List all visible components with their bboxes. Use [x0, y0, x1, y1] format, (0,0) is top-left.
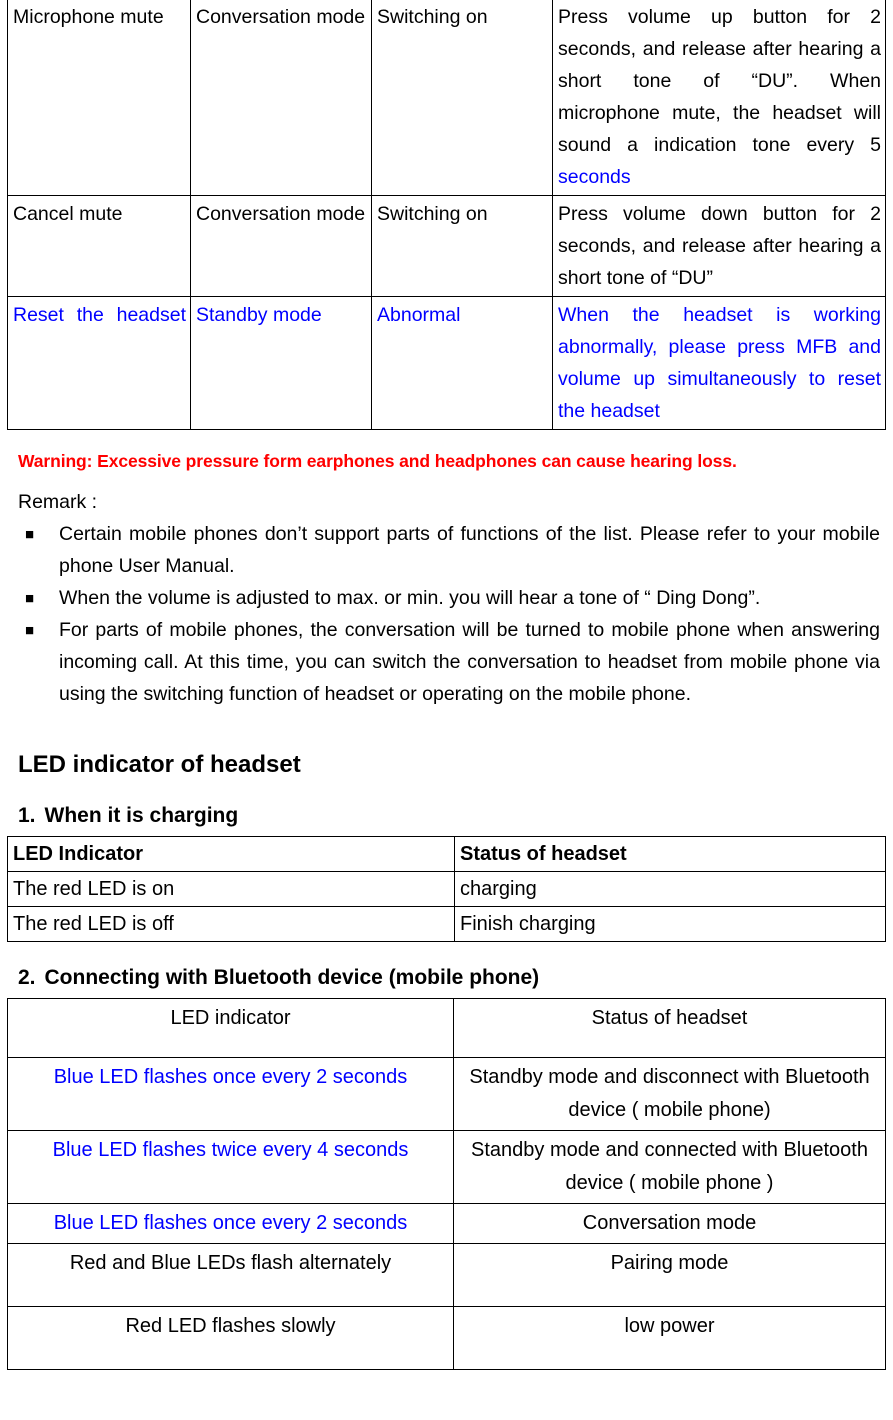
square-bullet-icon: ■: [25, 622, 35, 639]
warning-text: Warning: Excessive pressure form earphon…: [18, 451, 737, 471]
cell-operation: Press volume down button for 2 seconds, …: [552, 195, 886, 297]
list-item-text: When the volume is adjusted to max. or m…: [59, 587, 761, 609]
document-page: Microphone mute Conversation mode Switch…: [0, 0, 893, 1418]
cell-led-indicator: The red LED is on: [7, 871, 455, 907]
cell-status: low power: [453, 1306, 886, 1370]
cell-function: Microphone mute: [7, 0, 191, 196]
list-item: ■ Certain mobile phones don’t support pa…: [25, 518, 880, 582]
cell-condition: Abnormal: [371, 296, 553, 430]
subsection-number: 2.: [18, 966, 36, 989]
list-item: ■ When the volume is adjusted to max. or…: [25, 582, 880, 614]
table-row: Blue LED flashes twice every 4 seconds S…: [7, 1130, 886, 1204]
subsection-label: When it is charging: [44, 804, 239, 827]
table-row: Microphone mute Conversation mode Switch…: [7, 0, 886, 196]
subsection-heading-bluetooth: 2. Connecting with Bluetooth device (mobi…: [18, 964, 886, 992]
cell-led-indicator: Blue LED flashes once every 2 seconds: [7, 1203, 454, 1244]
subsection-heading-charging: 1. When it is charging: [18, 802, 886, 830]
cell-mode: Conversation mode: [190, 0, 372, 196]
page-title: LED indicator of headset: [18, 751, 301, 778]
table-row: The red LED is on charging: [7, 871, 886, 907]
table-header-row: LED indicator Status of headset: [7, 998, 886, 1058]
column-header-led-indicator: LED indicator: [7, 998, 454, 1058]
cell-led-indicator: Blue LED flashes once every 2 seconds: [7, 1057, 454, 1131]
square-bullet-icon: ■: [25, 590, 35, 607]
cell-status: Conversation mode: [453, 1203, 886, 1244]
subsection-number: 1.: [18, 804, 36, 827]
cell-condition: Switching on: [371, 0, 553, 196]
cell-function: Cancel mute: [7, 195, 191, 297]
remark-list: ■ Certain mobile phones don’t support pa…: [7, 518, 886, 710]
cell-status: Pairing mode: [453, 1243, 886, 1307]
cell-status: Standby mode and connected with Bluetoot…: [453, 1130, 886, 1204]
headset-function-table: Microphone mute Conversation mode Switch…: [7, 0, 886, 430]
column-header-status: Status of headset: [453, 998, 886, 1058]
list-item: ■ For parts of mobile phones, the conver…: [25, 614, 880, 710]
cell-mode: Conversation mode: [190, 195, 372, 297]
table-row: Red and Blue LEDs flash alternately Pair…: [7, 1243, 886, 1307]
cell-led-indicator: Blue LED flashes twice every 4 seconds: [7, 1130, 454, 1204]
square-bullet-icon: ■: [25, 526, 35, 543]
table-row: Cancel mute Conversation mode Switching …: [7, 195, 886, 297]
table-row: Blue LED flashes once every 2 seconds St…: [7, 1057, 886, 1131]
column-header-status: Status of headset: [454, 836, 886, 872]
cell-led-indicator: The red LED is off: [7, 906, 455, 942]
cell-status: Standby mode and disconnect with Bluetoo…: [453, 1057, 886, 1131]
cell-led-indicator: Red LED flashes slowly: [7, 1306, 454, 1370]
cell-mode: Standby mode: [190, 296, 372, 430]
table-row: Reset the headset Standby mode Abnormal …: [7, 296, 886, 430]
cell-operation: When the headset is working abnormally, …: [552, 296, 886, 430]
table-row: Red LED flashes slowly low power: [7, 1306, 886, 1370]
table-header-row: LED Indicator Status of headset: [7, 836, 886, 872]
cell-function: Reset the headset: [7, 296, 191, 430]
charging-led-table: LED Indicator Status of headset The red …: [7, 836, 886, 942]
cell-status: charging: [454, 871, 886, 907]
list-item-text: For parts of mobile phones, the conversa…: [59, 619, 880, 705]
operation-text: Press volume up button for 2 seconds, an…: [558, 6, 881, 156]
subsection-label: Connecting with Bluetooth device (mobile…: [44, 966, 540, 989]
list-item-text: Certain mobile phones don’t support part…: [59, 523, 880, 577]
cell-operation: Press volume up button for 2 seconds, an…: [552, 0, 886, 196]
cell-led-indicator: Red and Blue LEDs flash alternately: [7, 1243, 454, 1307]
operation-text-highlight: seconds: [558, 166, 631, 188]
table-row: Blue LED flashes once every 2 seconds Co…: [7, 1203, 886, 1244]
bluetooth-led-table: LED indicator Status of headset Blue LED…: [7, 998, 886, 1370]
table-row: The red LED is off Finish charging: [7, 906, 886, 942]
cell-status: Finish charging: [454, 906, 886, 942]
remark-label: Remark :: [18, 491, 98, 513]
cell-condition: Switching on: [371, 195, 553, 297]
column-header-led-indicator: LED Indicator: [7, 836, 455, 872]
